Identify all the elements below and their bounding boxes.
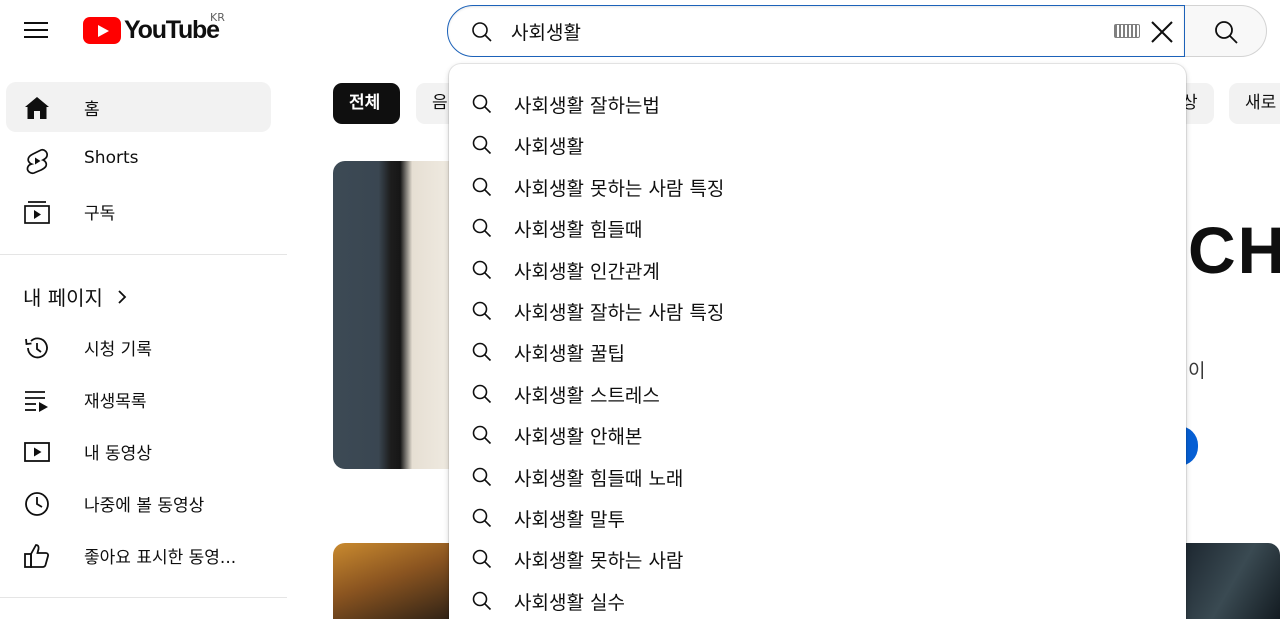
search-icon (472, 467, 492, 486)
search-icon (472, 177, 492, 196)
search-icon (472, 22, 492, 42)
your-videos-icon (24, 442, 50, 462)
suggestion-text: 사회생활 힘들때 (514, 219, 643, 242)
sidebar-item-liked-videos[interactable]: 좋아요 표시한 동영... (6, 530, 271, 580)
video-thumbnail[interactable] (333, 543, 453, 619)
suggestion-text: 사회생활 스트레스 (514, 384, 660, 407)
sidebar-item-label: 나중에 볼 동영상 (84, 496, 205, 516)
search-suggestion-item[interactable]: 사회생활 말투 (449, 498, 1186, 538)
search-suggestion-item[interactable]: 사회생활 인간관계 (449, 250, 1186, 290)
home-icon (25, 97, 49, 119)
chip-all[interactable]: 전체 (333, 83, 400, 124)
video-thumbnail[interactable] (333, 161, 453, 469)
search-suggestion-item[interactable]: 사회생활 꿀팁 (449, 332, 1186, 372)
sidebar-item-home[interactable]: 홈 (6, 82, 271, 132)
menu-button[interactable] (24, 19, 50, 41)
search-icon (472, 550, 492, 569)
sidebar-item-label: 재생목록 (84, 392, 147, 412)
sidebar-divider (0, 597, 287, 598)
keyboard-icon[interactable] (1114, 24, 1140, 38)
sidebar-item-subscriptions[interactable]: 구독 (6, 186, 271, 236)
search-suggestion-item[interactable]: 사회생활 안해본 (449, 415, 1186, 455)
sidebar-item-history[interactable]: 시청 기록 (6, 322, 271, 372)
mypage-label: 내 페이지 (23, 286, 103, 310)
suggestion-text: 사회생활 잘하는 사람 특징 (514, 302, 725, 324)
search-icon (472, 94, 492, 114)
sidebar-item-label: 홈 (84, 100, 100, 120)
youtube-play-icon (83, 16, 121, 44)
search-icon (472, 343, 492, 362)
search-icon (472, 384, 492, 403)
suggestion-text: 사회생활 못하는 사람 특징 (514, 177, 725, 200)
search-suggestion-item[interactable]: 사회생활 (449, 125, 1186, 165)
search-icon (472, 218, 492, 238)
search-suggestion-item[interactable]: 사회생활 스트레스 (449, 374, 1186, 414)
search-suggestion-item[interactable]: 사회생활 못하는 사람 (449, 539, 1186, 579)
sidebar-item-your-videos[interactable]: 내 동영상 (6, 426, 271, 476)
suggestion-text: 사회생활 실수 (514, 591, 625, 614)
search-suggestion-item[interactable]: 사회생활 잘하는법 (449, 84, 1186, 124)
banner-subtext: 이 (1188, 360, 1206, 382)
search-icon (472, 260, 492, 279)
sidebar-item-playlists[interactable]: 재생목록 (6, 374, 271, 424)
watch-later-icon (25, 492, 49, 516)
search-icon (472, 591, 492, 610)
search-icon (472, 425, 492, 445)
youtube-logo[interactable]: YouTube (83, 14, 220, 46)
search-suggestions-dropdown: 사회생활 잘하는법사회생활사회생활 못하는 사람 특징사회생활 힘들때사회생활 … (449, 64, 1186, 619)
chevron-right-icon (118, 289, 127, 304)
search-suggestion-item[interactable]: 사회생활 힘들때 (449, 208, 1186, 248)
banner-text: CH (1188, 213, 1280, 287)
suggestion-text: 사회생활 말투 (514, 509, 625, 531)
suggestion-text: 사회생활 (514, 136, 584, 159)
search-suggestion-item[interactable]: 사회생활 실수 (449, 581, 1186, 619)
sidebar-item-shorts[interactable]: Shorts (6, 135, 271, 185)
search-icon (472, 508, 492, 528)
sidebar-mypage-header[interactable]: 내 페이지 (23, 282, 133, 311)
search-box (447, 5, 1185, 57)
logo-text: YouTube (124, 15, 220, 44)
search-input[interactable] (511, 15, 1101, 47)
search-suggestion-item[interactable]: 사회생활 힘들때 노래 (449, 457, 1186, 497)
playlists-icon (25, 391, 48, 412)
sidebar-item-watch-later[interactable]: 나중에 볼 동영상 (6, 478, 271, 528)
sidebar-item-label: 시청 기록 (84, 340, 152, 360)
region-code: KR (210, 11, 225, 24)
suggestion-text: 사회생활 힘들때 노래 (514, 467, 684, 490)
suggestion-text: 사회생활 인간관계 (514, 260, 660, 283)
suggestion-text: 사회생활 안해본 (514, 426, 643, 449)
clear-search-icon[interactable] (1148, 18, 1176, 46)
sidebar-divider (0, 254, 287, 255)
sidebar-item-label: 내 동영상 (84, 444, 152, 464)
video-thumbnail[interactable] (1185, 543, 1280, 619)
suggestion-text: 사회생활 잘하는법 (514, 95, 660, 117)
shorts-icon (26, 148, 48, 175)
history-icon (25, 337, 48, 359)
search-suggestion-item[interactable]: 사회생활 잘하는 사람 특징 (449, 291, 1186, 331)
search-icon (472, 301, 492, 321)
liked-videos-icon (24, 544, 50, 568)
sidebar-item-label: 구독 (84, 204, 116, 224)
chip-new[interactable]: 새로 (1229, 83, 1280, 124)
suggestion-text: 사회생활 꿀팁 (514, 343, 625, 366)
subscriptions-icon (24, 201, 50, 224)
search-button[interactable] (1185, 5, 1267, 57)
search-icon (1215, 21, 1238, 44)
search-icon (472, 136, 492, 155)
sidebar-item-label: 좋아요 표시한 동영... (84, 548, 237, 568)
sidebar-item-label: Shorts (84, 148, 139, 168)
suggestion-text: 사회생활 못하는 사람 (514, 550, 684, 573)
search-suggestion-item[interactable]: 사회생활 못하는 사람 특징 (449, 167, 1186, 207)
